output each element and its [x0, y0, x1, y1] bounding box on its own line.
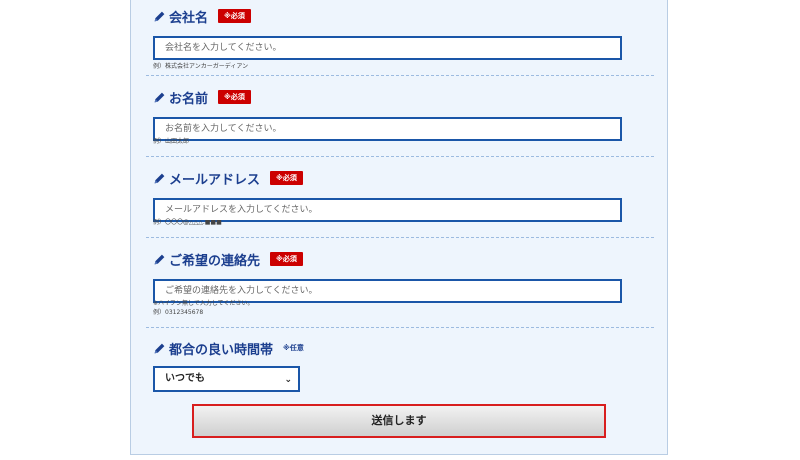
optional-badge: ※任意: [283, 344, 304, 352]
pencil-icon: [154, 254, 165, 264]
email-label: メールアドレス: [169, 172, 261, 188]
required-badge: ※必須: [218, 9, 251, 23]
email-hint: 例）〇〇〇@△△△.■■■: [153, 219, 222, 226]
time-select-value: いつでも: [165, 373, 205, 384]
email-input[interactable]: メールアドレスを入力してください。: [153, 198, 622, 222]
required-badge: ※必須: [270, 252, 303, 266]
company-hint: 例）株式会社アンカーガーディアン: [153, 63, 249, 70]
name-input[interactable]: お名前を入力してください。: [153, 117, 622, 141]
divider: [146, 75, 654, 76]
contact-form-panel: 会社名 ※必須 会社名を入力してください。 例）株式会社アンカーガーディアン お…: [130, 0, 668, 455]
name-hint: 例）山田太郎: [153, 138, 190, 145]
submit-button[interactable]: 送信します: [192, 404, 606, 438]
company-label-row: 会社名 ※必須: [153, 6, 623, 26]
pencil-icon: [154, 343, 165, 353]
required-badge: ※必須: [270, 171, 303, 185]
name-field: お名前 ※必須 お名前を入力してください。 例）山田太郎: [153, 87, 623, 145]
divider: [146, 237, 654, 238]
time-field: 都合の良い時間帯 ※任意 いつでも ⌄: [153, 338, 623, 392]
divider: [146, 156, 654, 157]
contact-label-row: ご希望の連絡先 ※必須: [153, 249, 623, 269]
pencil-icon: [154, 173, 165, 183]
contact-field: ご希望の連絡先 ※必須 ご希望の連絡先を入力してください。 ※ハイフン無しで入力…: [153, 249, 623, 316]
time-label: 都合の良い時間帯: [169, 342, 274, 358]
company-input[interactable]: 会社名を入力してください。: [153, 36, 622, 60]
email-field: メールアドレス ※必須 メールアドレスを入力してください。 例）〇〇〇@△△△.…: [153, 168, 623, 226]
time-select[interactable]: いつでも ⌄: [153, 366, 300, 392]
company-label: 会社名: [169, 10, 209, 26]
divider: [146, 327, 654, 328]
name-label: お名前: [169, 91, 209, 107]
required-badge: ※必須: [218, 90, 251, 104]
company-field: 会社名 ※必須 会社名を入力してください。 例）株式会社アンカーガーディアン: [153, 6, 623, 70]
chevron-down-icon: ⌄: [284, 375, 292, 385]
pencil-icon: [154, 92, 165, 102]
email-label-row: メールアドレス ※必須: [153, 168, 623, 188]
contact-label: ご希望の連絡先: [169, 253, 261, 269]
pencil-icon: [154, 11, 165, 21]
contact-hint-hyphen: ※ハイフン無しで入力してください。: [153, 300, 254, 307]
time-label-row: 都合の良い時間帯 ※任意: [153, 338, 623, 358]
contact-hint-example: 例）0312345678: [153, 309, 204, 316]
name-label-row: お名前 ※必須: [153, 87, 623, 107]
